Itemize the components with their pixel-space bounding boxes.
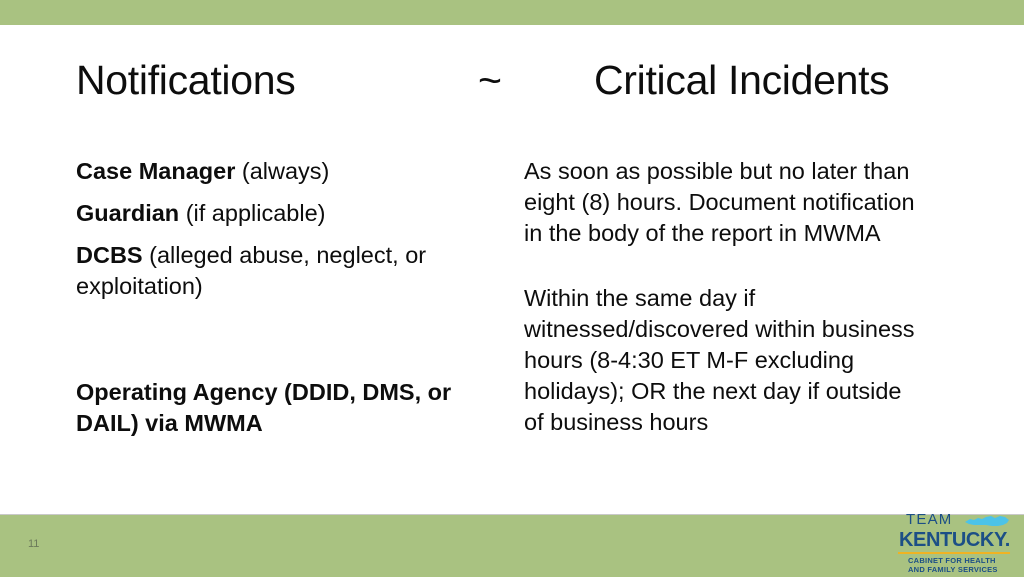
- right-paragraph-business-hours: Within the same day if witnessed/discove…: [524, 285, 915, 435]
- logo-gold-rule: [898, 552, 1010, 554]
- title-separator-tilde: ~: [478, 57, 502, 103]
- title-left-text: Notifications: [76, 57, 296, 103]
- left-item-dcbs: DCBS (alleged abuse, neglect, or exploit…: [76, 240, 506, 302]
- bottom-accent-band: [0, 514, 1024, 577]
- logo-tagline-line-1: CABINET FOR HEALTH: [908, 556, 996, 565]
- right-paragraph-timeframe: As soon as possible but no later than ei…: [524, 158, 915, 246]
- left-item-case-manager-label: Case Manager: [76, 158, 236, 184]
- left-item-case-manager-detail: (always): [235, 158, 330, 184]
- left-column: Case Manager (always) Guardian (if appli…: [76, 156, 506, 439]
- logo-team-text: TEAM: [906, 511, 953, 528]
- slide: Notifications ~ Critical Incidents Case …: [0, 0, 1024, 577]
- page-number: 11: [28, 538, 40, 550]
- left-item-operating-agency: Operating Agency (DDID, DMS, or DAIL) vi…: [76, 379, 452, 436]
- left-item-dcbs-label: DCBS: [76, 242, 143, 268]
- logo-team-row: TEAM: [898, 512, 1016, 529]
- title-right-text: Critical Incidents: [594, 57, 890, 103]
- left-item-guardian-detail: (if applicable): [179, 200, 326, 226]
- right-column-spacer: [524, 249, 924, 283]
- left-item-guardian-label: Guardian: [76, 200, 180, 226]
- top-accent-band: [0, 0, 1024, 25]
- left-item-case-manager: Case Manager (always): [76, 156, 506, 187]
- team-kentucky-logo: TEAM KENTUCKY. CABINET FOR HEALTH AND FA…: [898, 512, 1016, 574]
- logo-kentucky-text: KENTUCKY.: [899, 529, 1010, 551]
- right-column: As soon as possible but no later than ei…: [524, 156, 924, 438]
- slide-title: Notifications ~ Critical Incidents: [0, 52, 1024, 108]
- left-column-spacer: [76, 313, 506, 377]
- left-item-guardian: Guardian (if applicable): [76, 198, 506, 229]
- logo-tagline-line-2: AND FAMILY SERVICES: [908, 565, 998, 574]
